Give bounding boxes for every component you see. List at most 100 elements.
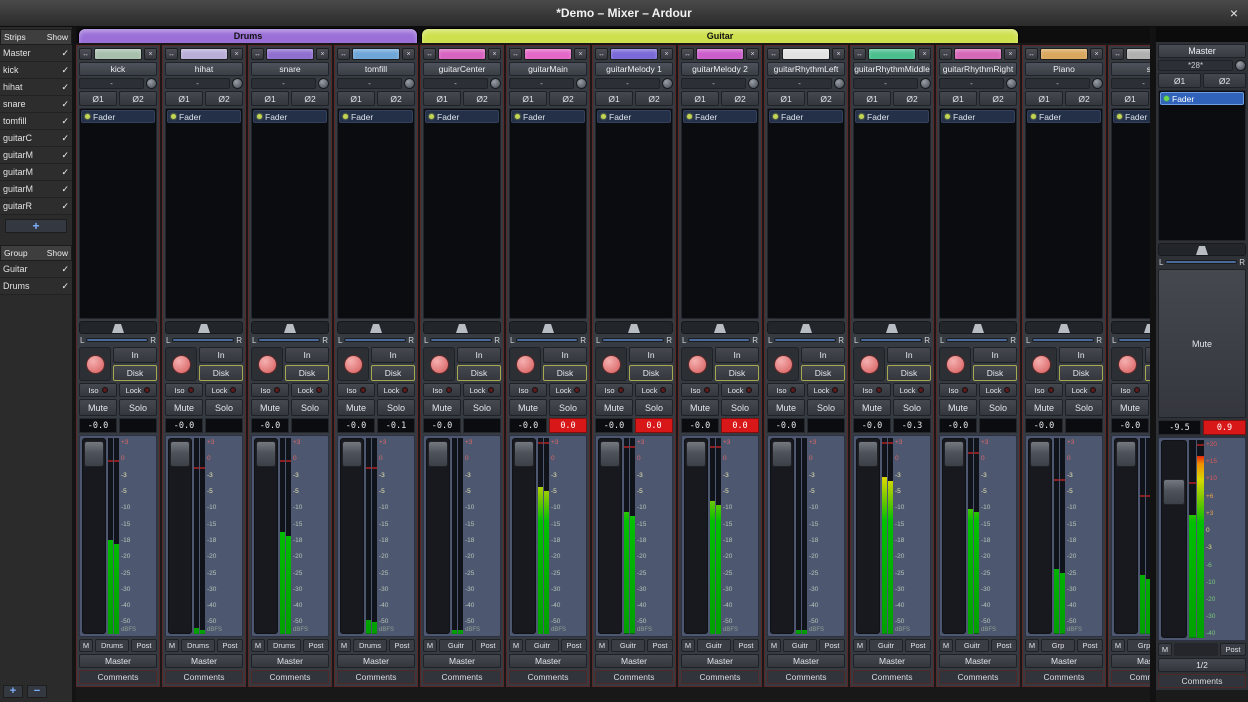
comments-button[interactable]: Comments (509, 670, 587, 684)
fader-thumb[interactable] (1116, 441, 1136, 467)
strip-color-bar[interactable] (1040, 48, 1088, 60)
strip-color-bar[interactable] (1126, 48, 1150, 60)
processor-box[interactable]: Fader (79, 108, 157, 319)
strip-width-button[interactable]: ↔ (251, 48, 264, 60)
gain-display[interactable]: -0.0 (79, 418, 117, 433)
pan-width-bar[interactable] (1118, 338, 1150, 342)
strip-color-bar[interactable] (180, 48, 228, 60)
pan-width-bar[interactable] (86, 338, 148, 342)
mute-button[interactable]: Mute (79, 399, 117, 416)
monitor-disk-button[interactable]: Disk (199, 365, 243, 381)
solo-isolate-button[interactable]: Iso (251, 383, 289, 397)
solo-lock-button[interactable]: Lock (119, 383, 157, 397)
master-meter-position-button[interactable]: Post (1220, 643, 1246, 656)
meter-position-button[interactable]: Post (303, 639, 329, 652)
group-button[interactable]: Drums (267, 639, 301, 652)
master-processor-box[interactable]: Fader (1158, 90, 1246, 241)
record-arm-button[interactable] (767, 347, 799, 381)
trim-button[interactable]: - (595, 78, 660, 89)
pan-width-bar[interactable] (774, 338, 836, 342)
master-pan-width-bar[interactable] (1165, 260, 1237, 264)
meter-position-button[interactable]: Post (561, 639, 587, 652)
fader-processor[interactable]: Fader (81, 110, 155, 123)
fader-processor[interactable]: Fader (511, 110, 585, 123)
fader-processor[interactable]: Fader (167, 110, 241, 123)
group-visible-check[interactable]: ✓ (61, 264, 69, 275)
record-arm-button[interactable] (337, 347, 369, 381)
monitor-input-button[interactable]: In (801, 347, 845, 363)
strip-visible-check[interactable]: ✓ (61, 167, 69, 178)
output-button[interactable]: Master (509, 654, 587, 668)
fader-track[interactable] (1028, 438, 1052, 634)
monitor-disk-button[interactable]: Disk (629, 365, 673, 381)
master-comments-button[interactable]: Comments (1158, 674, 1246, 688)
solo-isolate-button[interactable]: Iso (423, 383, 461, 397)
monitor-input-button[interactable]: In (543, 347, 587, 363)
pan-slider[interactable] (337, 321, 415, 334)
trim-knob[interactable] (146, 78, 157, 89)
solo-isolate-button[interactable]: Iso (165, 383, 203, 397)
trim-button[interactable]: - (79, 78, 144, 89)
strip-width-button[interactable]: ↔ (595, 48, 608, 60)
phase-2-button[interactable]: Ø2 (893, 91, 931, 106)
record-arm-button[interactable] (1025, 347, 1057, 381)
pan-slider[interactable] (423, 321, 501, 334)
phase-1-button[interactable]: Ø1 (939, 91, 977, 106)
comments-button[interactable]: Comments (595, 670, 673, 684)
record-arm-button[interactable] (595, 347, 627, 381)
solo-lock-button[interactable]: Lock (893, 383, 931, 397)
group-button[interactable]: Grp (1041, 639, 1075, 652)
output-button[interactable]: Master (681, 654, 759, 668)
fader-thumb[interactable] (944, 441, 964, 467)
sidebar-strip-row[interactable]: tomfill ✓ (0, 113, 72, 130)
pan-thumb[interactable] (456, 324, 468, 333)
meter-position-button[interactable]: Post (905, 639, 931, 652)
master-pan-slider[interactable] (1158, 243, 1246, 256)
fader-track[interactable] (856, 438, 880, 634)
add-strip-button[interactable]: + (5, 219, 67, 233)
strip-hide-button[interactable]: × (1004, 48, 1017, 60)
gain-display[interactable]: -0.0 (337, 418, 375, 433)
peak-display[interactable]: -0.1 (377, 418, 415, 433)
mute-button[interactable]: Mute (509, 399, 547, 416)
pan-slider[interactable] (853, 321, 931, 334)
gain-display[interactable]: -0.0 (251, 418, 289, 433)
strip-hide-button[interactable]: × (1090, 48, 1103, 60)
meter-point-button[interactable]: M (767, 639, 781, 652)
strip-width-button[interactable]: ↔ (509, 48, 522, 60)
phase-1-button[interactable]: Ø1 (165, 91, 203, 106)
master-peak-display[interactable]: 0.9 (1203, 420, 1246, 435)
phase-2-button[interactable]: Ø2 (377, 91, 415, 106)
pan-width-bar[interactable] (602, 338, 664, 342)
trim-button[interactable]: - (423, 78, 488, 89)
meter-point-button[interactable]: M (853, 639, 867, 652)
meter-position-button[interactable]: Post (389, 639, 415, 652)
record-arm-button[interactable] (165, 347, 197, 381)
strip-width-button[interactable]: ↔ (79, 48, 92, 60)
strip-color-bar[interactable] (610, 48, 658, 60)
processor-box[interactable]: Fader (509, 108, 587, 319)
trim-button[interactable]: - (1025, 78, 1090, 89)
solo-lock-button[interactable]: Lock (291, 383, 329, 397)
meter-point-button[interactable]: M (681, 639, 695, 652)
group-button[interactable]: Guitr (525, 639, 559, 652)
fader-thumb[interactable] (170, 441, 190, 467)
trim-button[interactable]: - (1111, 78, 1150, 89)
strip-hide-button[interactable]: × (144, 48, 157, 60)
fader-thumb[interactable] (600, 441, 620, 467)
phase-2-button[interactable]: Ø2 (979, 91, 1017, 106)
output-button[interactable]: Master (853, 654, 931, 668)
pan-thumb[interactable] (886, 324, 898, 333)
solo-button[interactable]: Solo (377, 399, 415, 416)
record-arm-button[interactable] (251, 347, 283, 381)
pan-thumb[interactable] (714, 324, 726, 333)
fader-processor[interactable]: Fader (1027, 110, 1101, 123)
strip-name-button[interactable]: guitarMelody 2 (681, 62, 759, 76)
strip-visible-check[interactable]: ✓ (61, 65, 69, 76)
peak-display[interactable] (119, 418, 157, 433)
mute-button[interactable]: Mute (1025, 399, 1063, 416)
strip-name-button[interactable]: st (1111, 62, 1150, 76)
trim-knob[interactable] (404, 78, 415, 89)
meter-point-button[interactable]: M (337, 639, 351, 652)
comments-button[interactable]: Comments (853, 670, 931, 684)
